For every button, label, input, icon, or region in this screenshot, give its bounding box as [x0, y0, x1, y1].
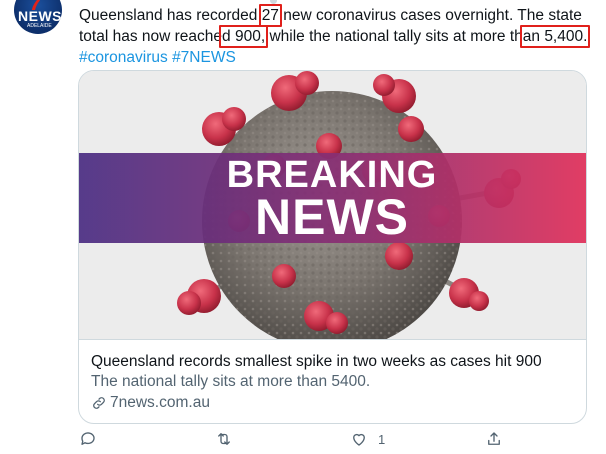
highlight-total: d 900, [222, 28, 266, 45]
tweet-text: Queensland has recorded 27 new coronavir… [79, 5, 599, 68]
like-count: 1 [378, 431, 386, 447]
hashtag-7news[interactable]: #7NEWS [172, 49, 236, 66]
like-button[interactable]: 1 [350, 430, 385, 448]
card-image[interactable]: BREAKING NEWS [79, 71, 586, 339]
avatar-logo-text: NEWS [18, 8, 62, 24]
card-title: Queensland records smallest spike in two… [91, 353, 542, 370]
card-domain-row: 7news.com.au [91, 392, 574, 414]
hashtag-coronavirus[interactable]: #coronavirus [79, 49, 168, 66]
avatar-logo-subtext: ADELAIDE [27, 23, 52, 29]
avatar[interactable]: 7 NEWS ADELAIDE [14, 0, 62, 34]
breaking-news-image: BREAKING NEWS [79, 71, 586, 339]
card-domain: 7news.com.au [110, 394, 210, 411]
card-meta[interactable]: Queensland records smallest spike in two… [79, 339, 586, 423]
tweet-text-part: Queensland has recorded [79, 7, 262, 24]
retweet-button[interactable] [215, 430, 233, 448]
tweet-text-part: while the national tally sits at more th [265, 28, 523, 45]
link-card[interactable]: BREAKING NEWS Queensland records smalles… [78, 70, 587, 424]
heart-icon [353, 433, 365, 446]
card-description: The national tally sits at more than 540… [91, 373, 371, 390]
retweet-icon [218, 433, 230, 445]
tweet-actions: 1 [79, 430, 579, 452]
banner-line2: NEWS [255, 189, 409, 245]
highlight-cases: 27 [261, 7, 279, 24]
reply-icon [81, 432, 95, 445]
share-icon [488, 432, 500, 445]
highlight-national: an 5,400. [522, 28, 588, 45]
reply-button[interactable] [79, 430, 97, 448]
link-icon [93, 397, 105, 409]
share-button[interactable] [485, 430, 503, 448]
verified-badge-fragment [270, 0, 278, 4]
